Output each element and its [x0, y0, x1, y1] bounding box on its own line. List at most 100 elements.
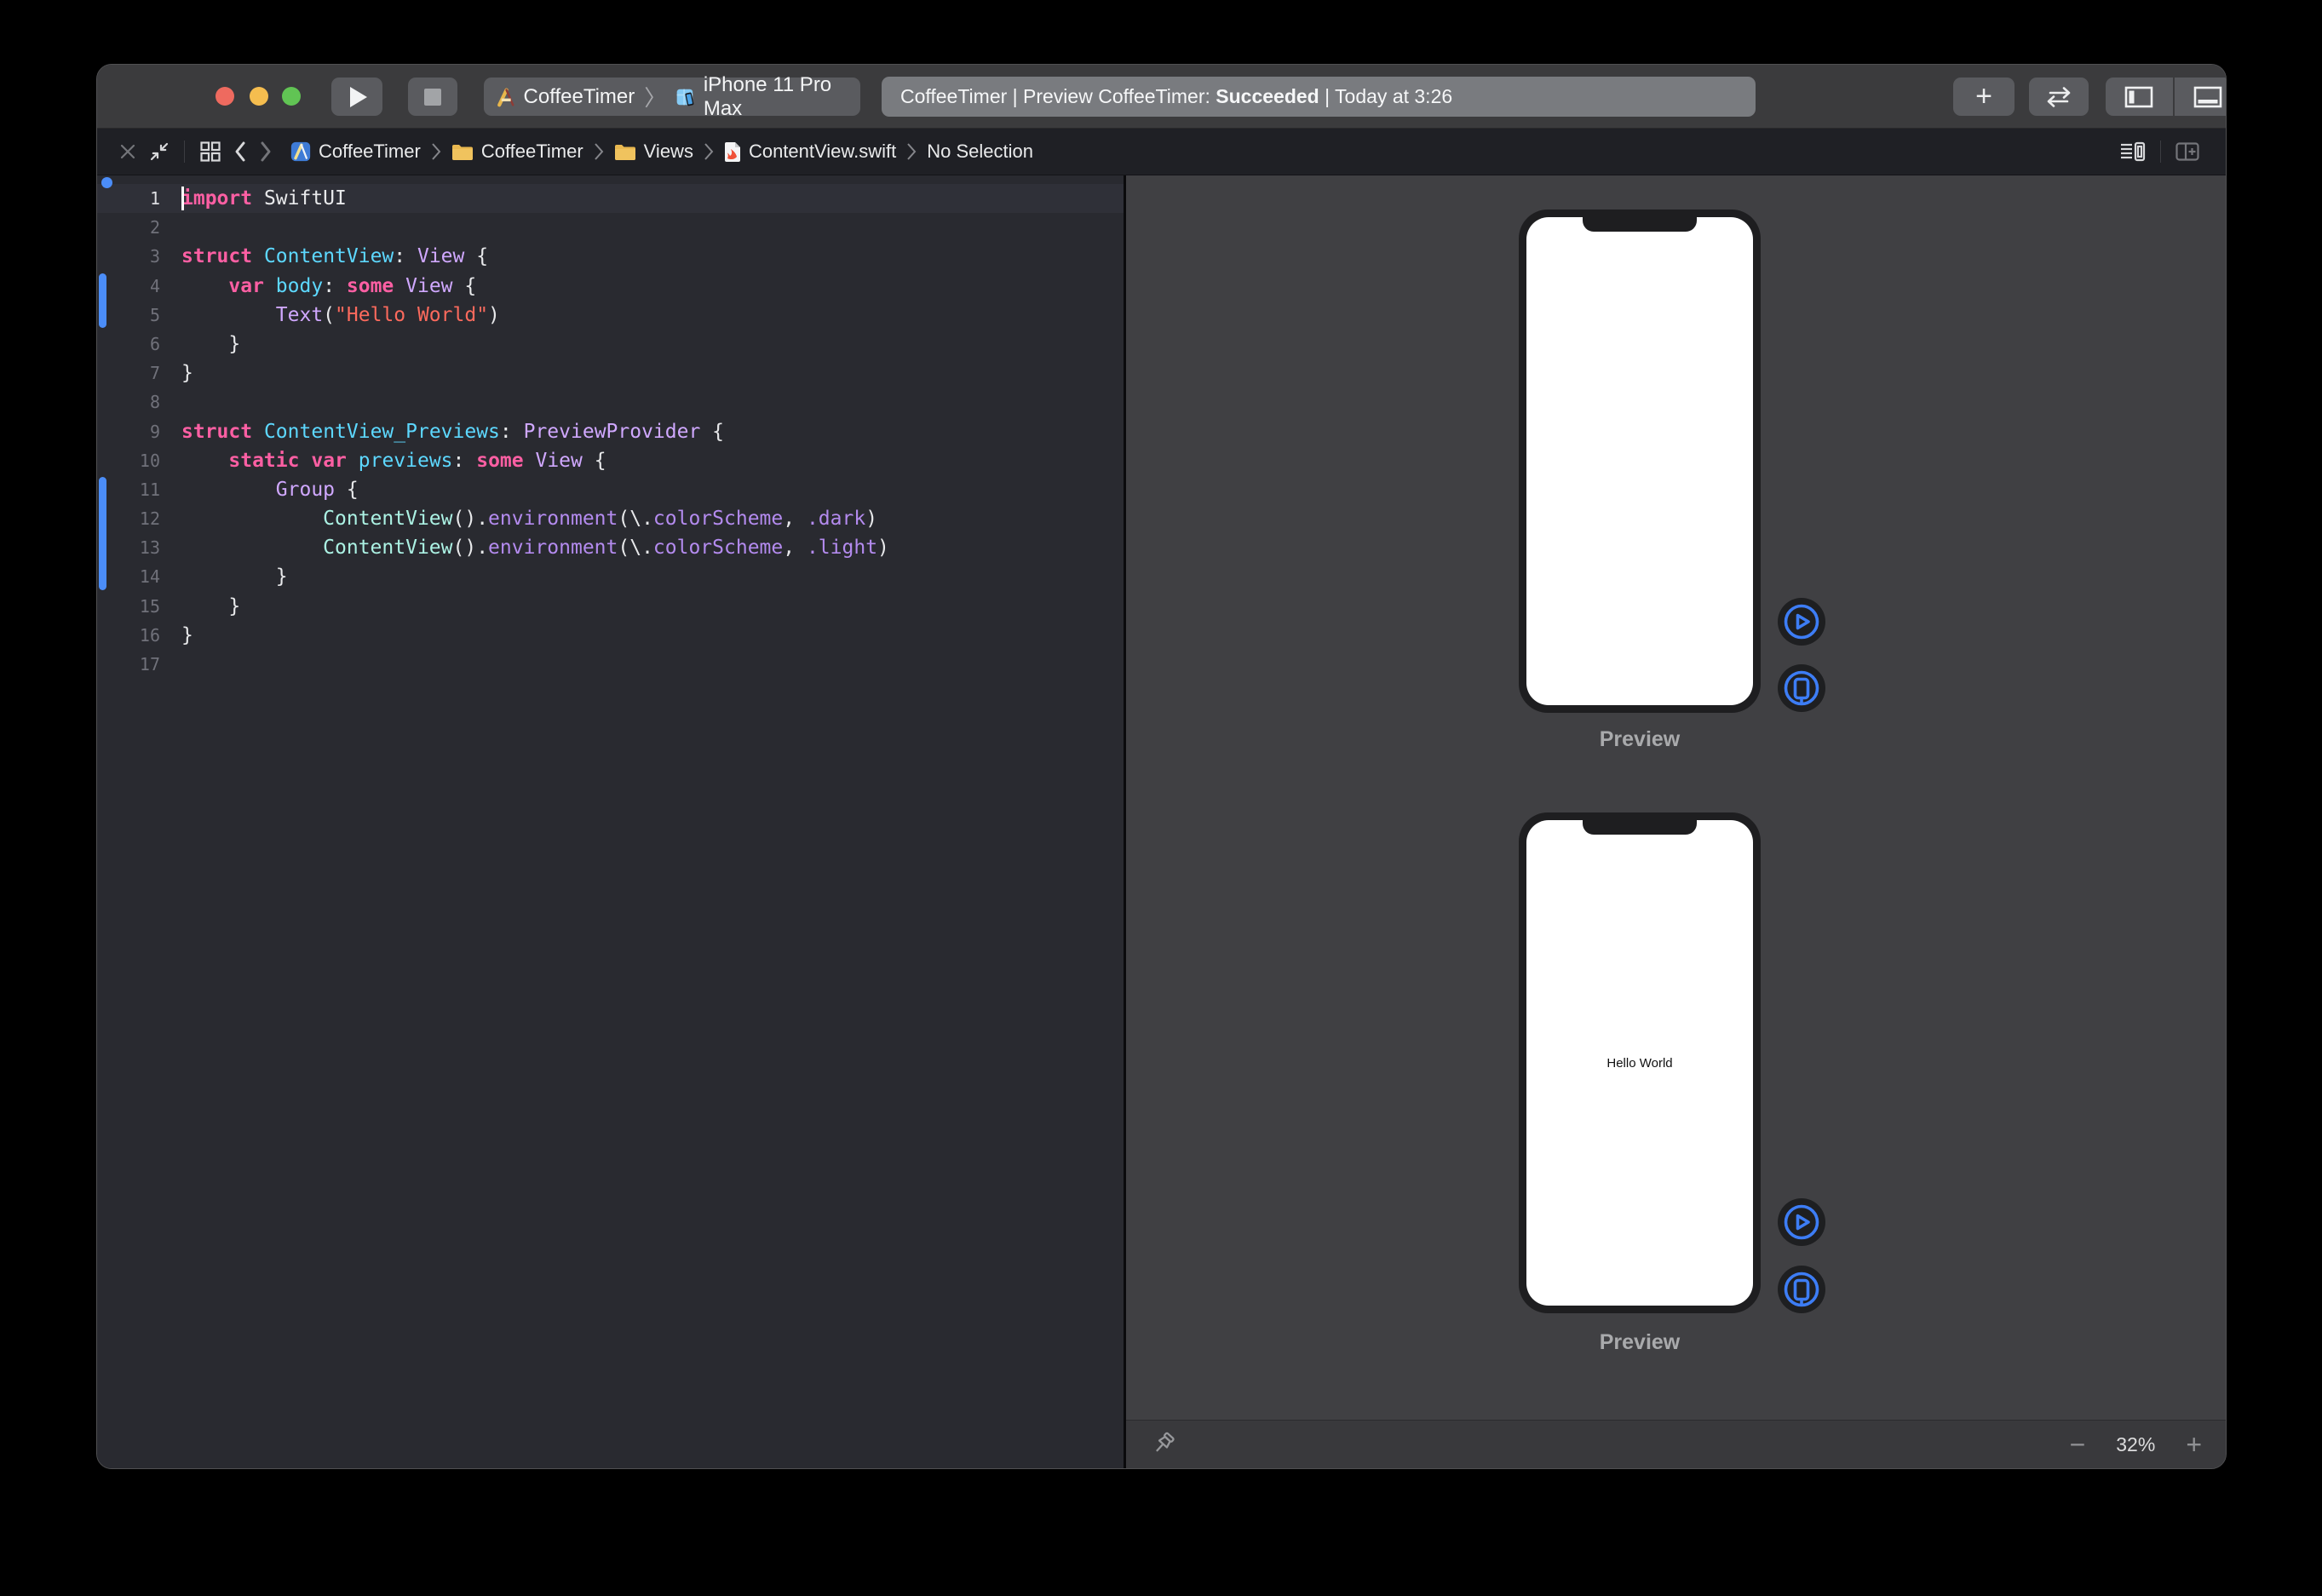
folder-icon: [614, 143, 636, 161]
code-line[interactable]: 16}: [97, 621, 1124, 650]
code-line[interactable]: 5 Text("Hello World"): [97, 301, 1124, 330]
code-line[interactable]: 14 }: [97, 562, 1124, 591]
bottom-panel-icon: [2193, 86, 2222, 108]
code-line-text: [165, 650, 181, 679]
code-line[interactable]: 13 ContentView().environment(\.colorSche…: [97, 533, 1124, 562]
related-items-grid-icon: [199, 141, 221, 163]
code-line-text: Group {: [165, 475, 359, 504]
code-area: 1import SwiftUI23struct ContentView: Vie…: [97, 175, 1124, 679]
code-line[interactable]: 12 ContentView().environment(\.colorSche…: [97, 504, 1124, 533]
close-window-button[interactable]: [216, 87, 234, 106]
breadcrumb-group-coffeetimer[interactable]: CoffeeTimer: [451, 141, 583, 163]
line-number: 2: [97, 213, 165, 242]
line-number: 3: [97, 242, 165, 271]
breadcrumb-separator-icon: [594, 142, 604, 161]
line-number: 16: [97, 621, 165, 650]
code-line[interactable]: 6 }: [97, 330, 1124, 359]
close-editor-button[interactable]: [118, 142, 137, 161]
go-forward-button[interactable]: [259, 141, 273, 163]
run-button[interactable]: [331, 78, 382, 116]
code-line[interactable]: 10 static var previews: some View {: [97, 446, 1124, 475]
preview-on-device-button[interactable]: [1778, 1266, 1825, 1313]
minimize-window-button[interactable]: [250, 87, 268, 106]
activity-status-view: CoffeeTimer | Preview CoffeeTimer: Succe…: [882, 77, 1756, 117]
breadcrumb-label: No Selection: [927, 141, 1033, 163]
code-line-text: }: [165, 592, 240, 621]
go-back-button[interactable]: [233, 141, 247, 163]
breadcrumb-label: CoffeeTimer: [319, 141, 421, 163]
chevron-left-icon: [233, 141, 247, 163]
scheme-selector[interactable]: CoffeeTimer 〉 iPhone 11 Pro Max: [484, 78, 860, 116]
device-circle-icon: [1778, 1266, 1825, 1313]
device-preview-frame: [1519, 210, 1761, 713]
swift-file-icon: [724, 141, 741, 163]
chevron-right-icon: [259, 141, 273, 163]
zoom-controls: − 32% +: [2070, 1431, 2202, 1458]
code-line[interactable]: 15 }: [97, 592, 1124, 621]
toggle-navigator-button[interactable]: [2106, 78, 2173, 116]
code-line[interactable]: 17: [97, 650, 1124, 679]
line-number: 9: [97, 417, 165, 446]
toggle-debug-area-button[interactable]: [2175, 78, 2227, 116]
canvas-bottom-bar: − 32% +: [1126, 1420, 2226, 1468]
preview-label: Preview: [1519, 1330, 1761, 1355]
line-number: 6: [97, 330, 165, 359]
zoom-in-button[interactable]: +: [2186, 1431, 2202, 1458]
source-control-change-bar: [99, 273, 106, 328]
code-line[interactable]: 3struct ContentView: View {: [97, 242, 1124, 271]
breadcrumb-separator-icon: [906, 142, 917, 161]
editor-options-button[interactable]: [2120, 141, 2146, 162]
code-line[interactable]: 1import SwiftUI: [97, 184, 1124, 213]
breadcrumb-project[interactable]: CoffeeTimer: [290, 141, 421, 163]
code-line[interactable]: 4 var body: some View {: [97, 272, 1124, 301]
related-items-button[interactable]: [199, 141, 221, 163]
source-editor[interactable]: 1import SwiftUI23struct ContentView: Vie…: [97, 175, 1124, 1468]
live-preview-button[interactable]: [1778, 1198, 1825, 1246]
add-editor-button[interactable]: [2175, 142, 2199, 161]
breadcrumb-selection[interactable]: No Selection: [927, 141, 1033, 163]
stop-button[interactable]: [408, 78, 457, 116]
zoom-out-button[interactable]: −: [2070, 1431, 2086, 1458]
code-line[interactable]: 2: [97, 213, 1124, 242]
pin-preview-button[interactable]: [1148, 1430, 1177, 1459]
simulator-destination-icon: [675, 85, 696, 109]
code-line-text: var body: some View {: [165, 272, 476, 301]
line-number: 12: [97, 504, 165, 533]
code-line[interactable]: 11 Group {: [97, 475, 1124, 504]
live-preview-button[interactable]: [1778, 598, 1825, 646]
device-circle-icon: [1778, 664, 1825, 712]
code-line[interactable]: 7}: [97, 359, 1124, 388]
source-control-change-bar: [99, 477, 106, 590]
minimize-editor-button[interactable]: [149, 141, 170, 162]
code-line[interactable]: 8: [97, 388, 1124, 416]
zoom-window-button[interactable]: [282, 87, 301, 106]
pin-icon: [1148, 1430, 1177, 1459]
breadcrumb-file[interactable]: ContentView.swift: [724, 141, 896, 163]
version-editor-button[interactable]: [2029, 78, 2089, 116]
preview-label: Preview: [1519, 727, 1761, 752]
editor-options-icon: [2120, 141, 2146, 162]
preview-on-device-button[interactable]: [1778, 664, 1825, 712]
code-line-text: }: [165, 621, 193, 650]
breadcrumb-group-views[interactable]: Views: [614, 141, 693, 163]
code-line[interactable]: 9struct ContentView_Previews: PreviewPro…: [97, 417, 1124, 446]
folder-icon: [451, 143, 474, 161]
breadcrumb-separator-icon: [704, 142, 714, 161]
collapse-arrows-icon: [149, 141, 170, 162]
plus-icon: +: [1975, 80, 1992, 113]
device-notch: [1583, 210, 1697, 232]
line-number: 4: [97, 272, 165, 301]
line-number: 17: [97, 650, 165, 679]
xcode-project-icon: [496, 85, 516, 109]
line-number: 7: [97, 359, 165, 388]
library-add-button[interactable]: +: [1953, 78, 2015, 116]
code-line-text: }: [165, 562, 288, 591]
line-number: 8: [97, 388, 165, 416]
workspace-panel-toggles: [2106, 78, 2227, 116]
preview-screen[interactable]: [1526, 217, 1753, 705]
code-line-text: import SwiftUI: [165, 184, 347, 213]
jumpbar-divider: [2160, 141, 2161, 163]
play-icon: [350, 87, 367, 107]
preview-screen[interactable]: Hello World: [1526, 820, 1753, 1306]
line-number: 10: [97, 446, 165, 475]
